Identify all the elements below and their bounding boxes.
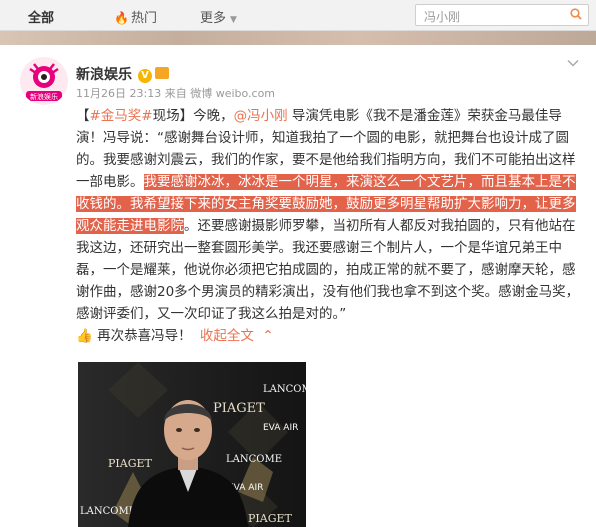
post-closing-row: 👍 再次恭喜冯导！ 收起全文 ⌃ (76, 325, 582, 347)
brand-piaget-2: PIAGET (108, 457, 153, 470)
tab-hot-label: 热门 (130, 11, 157, 26)
post-time[interactable]: 11月26日 23:13 (76, 87, 161, 100)
topic-link[interactable]: #金马奖# (90, 108, 153, 124)
brand-lancome-2: LANCOME (226, 454, 282, 465)
search-input[interactable]: 冯小刚 (415, 4, 589, 26)
brand-piaget-3: PIAGET (248, 512, 293, 525)
post-text-part1: 】今晚， (179, 108, 234, 124)
post-source: 来自 微博 weibo.com (164, 87, 276, 100)
search-icon[interactable] (570, 8, 582, 20)
brand-eva-air: EVA AIR (263, 423, 298, 433)
chevron-down-icon[interactable] (566, 56, 580, 70)
post-meta: 11月26日 23:13 来自 微博 weibo.com (76, 85, 275, 101)
top-nav-bar: 全部 🔥 热门 更多 ▼ 冯小刚 (0, 0, 596, 31)
header-banner (0, 31, 596, 45)
verified-badge-icon: V (138, 69, 152, 83)
sina-eye-logo-icon: 新浪娱乐 (20, 57, 68, 105)
post-text: 【#金马奖#现场】今晚，@冯小刚 导演凭电影《我不是潘金莲》荣获金马最佳导演！冯… (76, 105, 582, 347)
author-name[interactable]: 新浪娱乐 (76, 67, 132, 83)
post-text-bracket-open: 【 (76, 108, 90, 124)
author-row: 新浪娱乐 V (76, 64, 169, 84)
avatar-label: 新浪娱乐 (30, 92, 58, 101)
collapse-chevron-icon[interactable]: ⌃ (262, 328, 273, 344)
brand-lancome: LANCOME (263, 384, 306, 395)
tab-more[interactable]: 更多 ▼ (200, 7, 237, 26)
post-closing-text: 再次恭喜冯导！ (97, 328, 192, 344)
fire-icon: 🔥 (114, 11, 129, 25)
search-input-value: 冯小刚 (424, 10, 461, 24)
chevron-down-icon: ▼ (230, 15, 237, 25)
tab-more-label: 更多 (200, 11, 227, 26)
brand-piaget: PIAGET (213, 401, 265, 416)
mention-link[interactable]: @冯小刚 (234, 108, 288, 124)
brand-lancome-3: LANCOME (80, 506, 136, 517)
avatar[interactable]: 新浪娱乐 (20, 57, 68, 105)
member-crown-icon (155, 67, 169, 79)
tab-all[interactable]: 全部 (28, 7, 54, 26)
post-image[interactable]: PIAGET LANCOME EVA AIR PIAGET LANCOME EV… (78, 362, 306, 527)
collapse-full-text-link[interactable]: 收起全文 (200, 328, 254, 344)
post-text-topic2: 现场 (152, 108, 180, 124)
photo-illustration: PIAGET LANCOME EVA AIR PIAGET LANCOME EV… (78, 362, 306, 527)
thumbs-up-icon: 👍 (76, 328, 93, 344)
tab-hot[interactable]: 🔥 热门 (114, 7, 157, 26)
